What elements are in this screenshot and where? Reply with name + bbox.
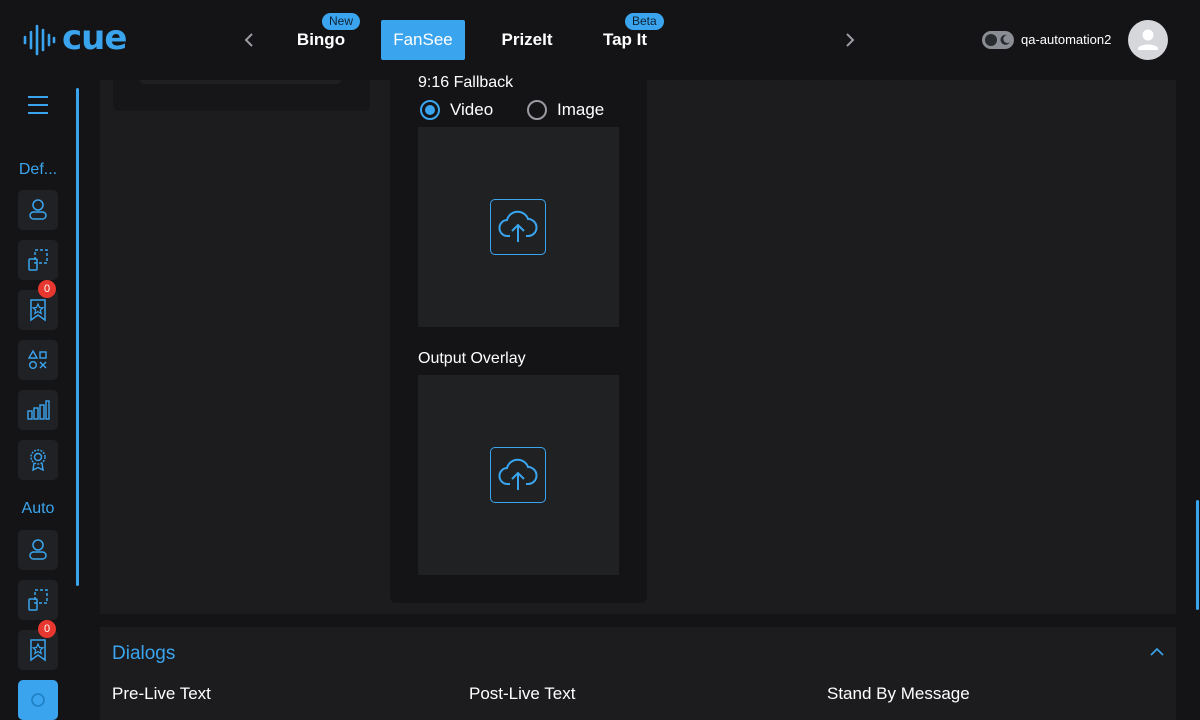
user-icon	[29, 199, 47, 220]
cloud-upload-icon	[498, 458, 538, 490]
sidebar-group-default[interactable]: Def...	[0, 161, 76, 179]
menu-button[interactable]	[28, 96, 48, 114]
dialogs-title[interactable]: Dialogs	[112, 643, 175, 665]
theme-toggle[interactable]	[982, 31, 1014, 49]
tabs-prev-button[interactable]	[237, 28, 261, 52]
chevron-left-icon	[244, 33, 253, 47]
sidebar-item-user[interactable]	[18, 190, 58, 230]
sidebar-item-shapes[interactable]	[18, 340, 58, 380]
avatar[interactable]	[1128, 20, 1168, 60]
chevron-right-icon	[846, 33, 855, 47]
badge-star-icon	[30, 299, 46, 322]
sidebar-item-select[interactable]	[18, 240, 58, 280]
tab-label: Bingo	[296, 30, 346, 49]
post-live-text-label: Post-Live Text	[469, 684, 576, 703]
shapes-icon	[31, 693, 45, 707]
sidebar-item-badge[interactable]: 0	[18, 280, 58, 330]
user-avatar-icon	[1138, 29, 1158, 50]
award-icon	[30, 449, 46, 472]
new-badge: New	[322, 13, 361, 30]
user-icon	[29, 539, 47, 560]
fallback-upload-box[interactable]	[418, 127, 619, 327]
beta-badge: Beta	[625, 13, 664, 30]
pre-live-text-label: Pre-Live Text	[112, 684, 211, 703]
left-card-inner	[140, 80, 341, 84]
notification-count: 0	[38, 280, 56, 298]
chart-icon	[27, 400, 50, 420]
shapes-icon	[27, 349, 47, 369]
moon-icon	[1000, 34, 1010, 45]
logo-text: cue	[62, 18, 127, 58]
sidebar-group-auto[interactable]: Auto	[0, 500, 76, 518]
menu-line	[28, 96, 48, 98]
toggle-knob	[985, 34, 997, 46]
top-bar: cue Bingo New FanSee PrizeIt Tap It Beta…	[0, 0, 1200, 80]
collapse-button[interactable]	[1148, 645, 1166, 659]
sidebar-item-active[interactable]	[18, 680, 58, 720]
cue-logo[interactable]: cue	[22, 18, 127, 58]
tab-label: FanSee	[393, 30, 453, 49]
tab-bingo[interactable]: Bingo New	[286, 13, 361, 60]
sidebar-item-badge-auto[interactable]: 0	[18, 620, 58, 670]
sidebar-item-stats[interactable]	[18, 390, 58, 430]
menu-line	[28, 112, 48, 114]
cloud-upload-icon	[498, 210, 538, 242]
tab-label: PrizeIt	[501, 30, 553, 49]
sidebar-item-select-auto[interactable]	[18, 580, 58, 620]
notification-count: 0	[38, 620, 56, 638]
upload-button[interactable]	[490, 447, 546, 503]
tab-label: Tap It	[602, 30, 648, 49]
tab-tap-it[interactable]: Tap It Beta	[590, 13, 664, 60]
tab-fansee[interactable]: FanSee	[381, 20, 465, 60]
radio-label: Image	[557, 100, 605, 119]
output-overlay-title: Output Overlay	[418, 350, 526, 367]
radio-button[interactable]	[527, 100, 547, 120]
sound-wave-icon	[23, 24, 56, 56]
radio-label: Video	[450, 100, 494, 119]
left-card	[113, 80, 370, 111]
radio-video[interactable]: Video	[420, 100, 493, 120]
username: qa-automation2	[1021, 32, 1112, 47]
fallback-title: 9:16 Fallback	[418, 74, 514, 91]
sidebar-item-award[interactable]	[18, 440, 58, 480]
tabs-next-button[interactable]	[838, 28, 862, 52]
sidebar-scrollbar[interactable]	[76, 88, 79, 586]
main-scrollbar[interactable]	[1196, 500, 1199, 610]
menu-line	[28, 104, 48, 106]
overlay-upload-box[interactable]	[418, 375, 619, 575]
chevron-up-icon	[1150, 647, 1164, 656]
sidebar-item-user-auto[interactable]	[18, 530, 58, 570]
upload-button[interactable]	[490, 199, 546, 255]
radio-dot	[425, 105, 435, 115]
radio-button-selected[interactable]	[420, 100, 440, 120]
radio-image[interactable]: Image	[527, 100, 604, 120]
dialogs-panel	[100, 627, 1176, 720]
stand-by-message-label: Stand By Message	[827, 684, 970, 703]
select-icon	[28, 249, 48, 271]
select-icon	[28, 589, 48, 611]
tab-prizeit[interactable]: PrizeIt	[490, 20, 564, 60]
badge-star-icon	[30, 639, 46, 662]
